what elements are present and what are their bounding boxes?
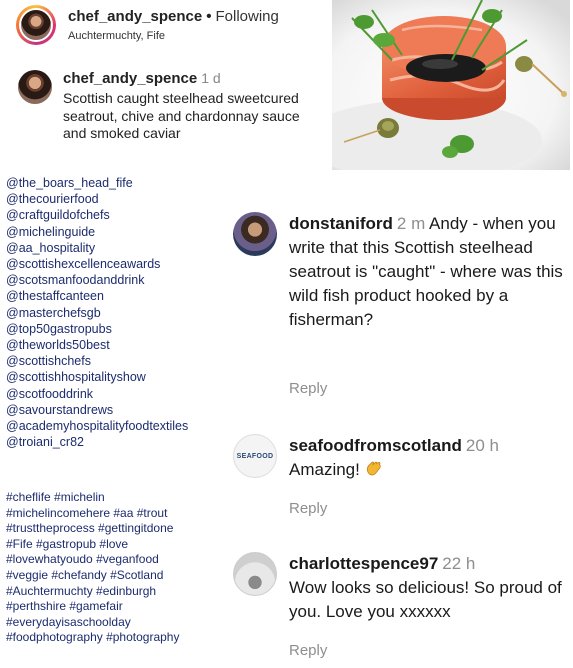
mention-link[interactable]: @michelinguide bbox=[6, 224, 188, 240]
reply-button[interactable]: Reply bbox=[289, 500, 327, 517]
post-author-username[interactable]: chef_andy_spence bbox=[68, 8, 202, 25]
mention-link[interactable]: @aa_hospitality bbox=[6, 240, 188, 256]
reply-button[interactable]: Reply bbox=[289, 642, 327, 659]
comment-timestamp: 2 m bbox=[396, 214, 426, 233]
comment-text: Wow looks so delicious! So proud of you.… bbox=[289, 578, 562, 621]
comment-item: SEAFOOD seafoodfromscotland 20 h Amazing!… bbox=[233, 434, 573, 524]
comment-timestamp: 22 h bbox=[442, 554, 476, 573]
mention-link[interactable]: @theworlds50best bbox=[6, 337, 188, 353]
mention-link[interactable]: @scotsmanfoodanddrink bbox=[6, 272, 188, 288]
caption-header: chef_andy_spence 1 d bbox=[63, 70, 221, 87]
comment-body: donstaniford 2 m Andy - when you write th… bbox=[289, 212, 573, 332]
reply-button[interactable]: Reply bbox=[289, 380, 327, 397]
caption-author-avatar[interactable] bbox=[18, 70, 52, 104]
mention-link[interactable]: @scottishhospitalityshow bbox=[6, 369, 188, 385]
hashtag-list: #cheflife #michelin #michelincomehere #aa… bbox=[6, 490, 236, 646]
dish-illustration bbox=[332, 0, 570, 170]
hashtag-line[interactable]: #michelincomehere #aa #trout bbox=[6, 506, 236, 522]
commenter-username[interactable]: seafoodfromscotland bbox=[289, 436, 462, 455]
commenter-username[interactable]: donstaniford bbox=[289, 214, 393, 233]
mention-link[interactable]: @troiani_cr82 bbox=[6, 434, 188, 450]
hashtag-line[interactable]: #cheflife #michelin bbox=[6, 490, 236, 506]
hashtag-line[interactable]: #perthshire #gamefair bbox=[6, 599, 236, 615]
commenter-avatar[interactable]: SEAFOOD bbox=[233, 434, 277, 478]
mention-link[interactable]: @thecourierfood bbox=[6, 191, 188, 207]
comment-item: donstaniford 2 m Andy - when you write th… bbox=[233, 212, 573, 402]
hashtag-line[interactable]: #lovewhatyoudo #veganfood bbox=[6, 552, 236, 568]
comment-timestamp: 20 h bbox=[465, 436, 499, 455]
post-author-line: chef_andy_spence • Following bbox=[68, 8, 279, 25]
hashtag-line[interactable]: #trusttheprocess #gettingitdone bbox=[6, 521, 236, 537]
mention-link[interactable]: @masterchefsgb bbox=[6, 305, 188, 321]
comment-text: Amazing! bbox=[289, 460, 360, 479]
hashtag-line[interactable]: #Fife #gastropub #love bbox=[6, 537, 236, 553]
commenter-avatar[interactable] bbox=[233, 212, 277, 256]
post-location[interactable]: Auchtermuchty, Fife bbox=[68, 30, 165, 42]
commenter-avatar[interactable] bbox=[233, 552, 277, 596]
caption-timestamp: 1 d bbox=[201, 70, 221, 86]
comment-body: charlottespence97 22 h Wow looks so delic… bbox=[289, 552, 573, 624]
mention-list: @the_boars_head_fife @thecourierfood @craf… bbox=[6, 175, 188, 450]
hashtag-line[interactable]: #Auchtermuchty #edinburgh bbox=[6, 584, 236, 600]
mention-link[interactable]: @craftguildofchefs bbox=[6, 207, 188, 223]
comment-body: seafoodfromscotland 20 h Amazing! bbox=[289, 434, 573, 482]
post-header: chef_andy_spence • Following Auchtermuchty… bbox=[0, 0, 330, 50]
hashtag-line[interactable]: #everydayisaschoolday bbox=[6, 615, 236, 631]
commenter-username[interactable]: charlottespence97 bbox=[289, 554, 438, 573]
mention-link[interactable]: @academyhospitalityfoodtextiles bbox=[6, 418, 188, 434]
mention-link[interactable]: @thestaffcanteen bbox=[6, 288, 188, 304]
mention-link[interactable]: @scottishchefs bbox=[6, 353, 188, 369]
hashtag-line[interactable]: #foodphotography #photography bbox=[6, 630, 236, 646]
mention-link[interactable]: @savourstandrews bbox=[6, 402, 188, 418]
caption-author-username[interactable]: chef_andy_spence bbox=[63, 70, 197, 87]
post-image[interactable] bbox=[332, 0, 570, 170]
hashtag-line[interactable]: #veggie #chefandy #Scotland bbox=[6, 568, 236, 584]
separator-dot: • bbox=[206, 8, 212, 25]
mention-link[interactable]: @the_boars_head_fife bbox=[6, 175, 188, 191]
mention-link[interactable]: @scottishexcellenceawards bbox=[6, 256, 188, 272]
clapping-hands-icon bbox=[366, 461, 381, 476]
post-author-avatar[interactable] bbox=[16, 5, 56, 45]
comment-item: charlottespence97 22 h Wow looks so delic… bbox=[233, 552, 573, 668]
mention-link[interactable]: @scotfooddrink bbox=[6, 386, 188, 402]
caption-text: Scottish caught steelhead sweetcured sea… bbox=[63, 90, 300, 141]
mention-link[interactable]: @top50gastropubs bbox=[6, 321, 188, 337]
following-button[interactable]: Following bbox=[216, 8, 279, 25]
avatar-logo-text: SEAFOOD bbox=[236, 452, 274, 460]
